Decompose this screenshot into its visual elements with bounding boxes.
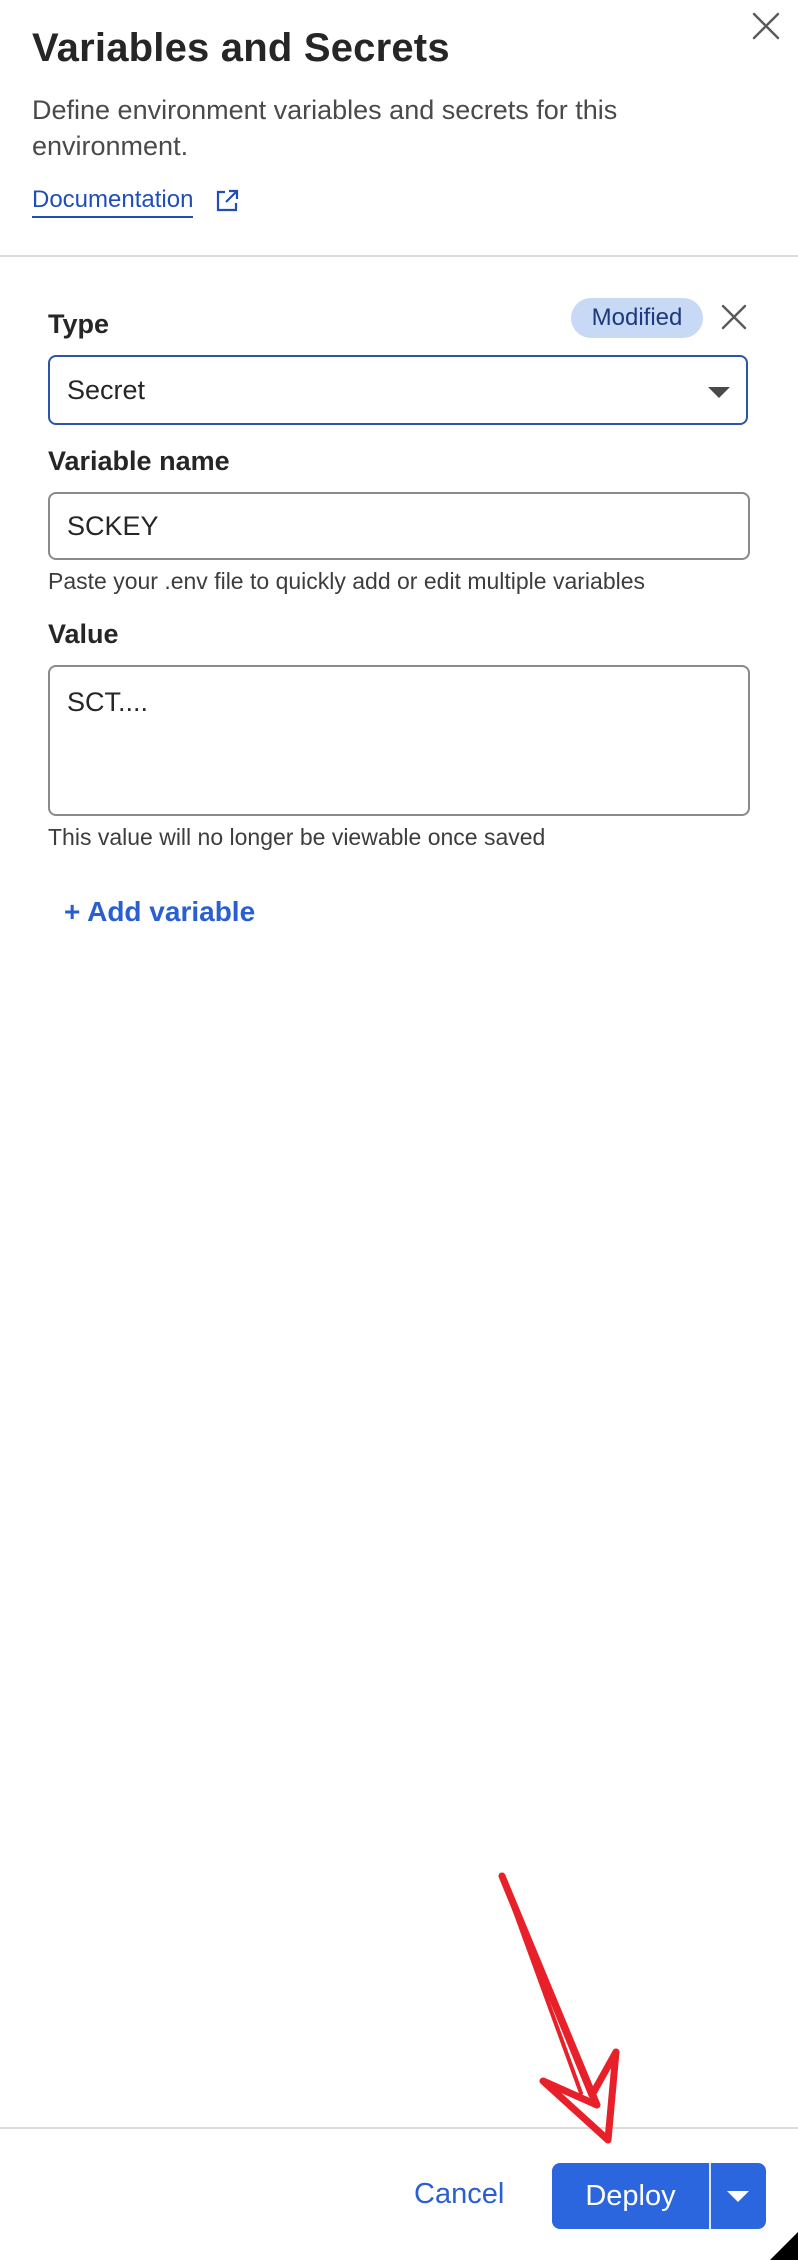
- type-label: Type: [48, 309, 110, 339]
- type-select-value: Secret: [67, 375, 146, 405]
- external-link-icon[interactable]: [213, 187, 241, 215]
- close-icon[interactable]: [750, 10, 782, 42]
- value-textarea[interactable]: SCT....: [48, 665, 750, 816]
- deploy-split-button: Deploy: [552, 2163, 766, 2229]
- page-title: Variables and Secrets: [32, 26, 450, 70]
- cancel-button[interactable]: Cancel: [414, 2178, 504, 2211]
- value-text: SCT....: [67, 687, 149, 717]
- page-description: Define environment variables and secrets…: [32, 95, 618, 161]
- chevron-down-icon: [708, 387, 730, 398]
- variables-panel: Variables and Secrets Define environment…: [0, 0, 798, 2260]
- variable-name-value: SCKEY: [67, 511, 159, 541]
- type-select[interactable]: Secret: [48, 355, 748, 425]
- deploy-button[interactable]: Deploy: [552, 2163, 709, 2229]
- add-variable-button[interactable]: + Add variable: [64, 896, 255, 928]
- variable-name-label: Variable name: [48, 446, 230, 476]
- footer-divider: [0, 2127, 798, 2129]
- header-divider: [0, 255, 798, 257]
- window-corner: [770, 2232, 798, 2260]
- deploy-options-button[interactable]: [711, 2163, 766, 2229]
- variable-name-hint: Paste your .env file to quickly add or e…: [48, 568, 646, 594]
- value-label: Value: [48, 619, 119, 649]
- value-hint: This value will no longer be viewable on…: [48, 824, 546, 850]
- chevron-down-icon: [727, 2191, 749, 2202]
- status-badge: Modified: [571, 298, 703, 338]
- documentation-link[interactable]: Documentation: [32, 186, 194, 218]
- annotation-arrow: [498, 1872, 620, 2144]
- variable-name-input[interactable]: SCKEY: [48, 492, 750, 560]
- remove-variable-icon[interactable]: [719, 302, 749, 332]
